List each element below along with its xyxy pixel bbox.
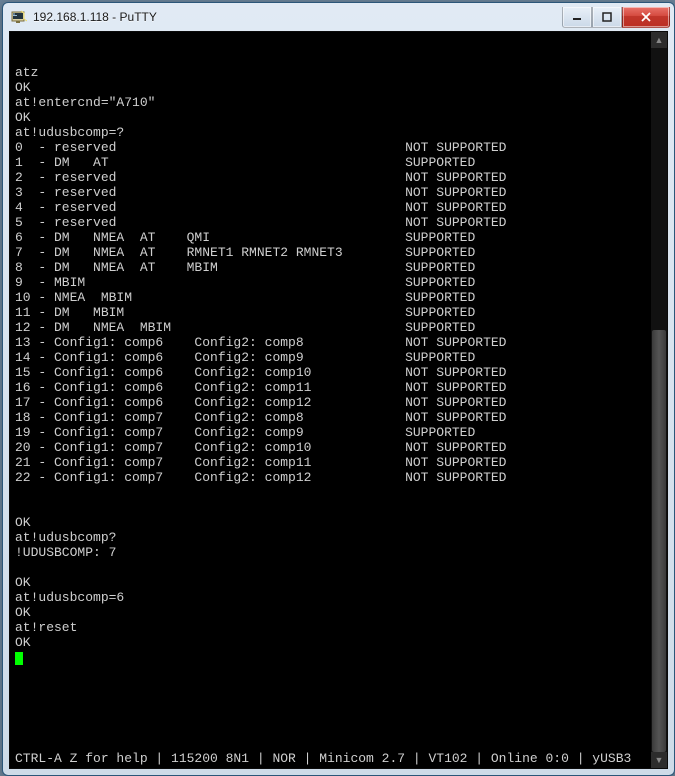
scroll-track[interactable] [651,48,667,752]
maximize-icon [602,12,612,22]
putty-icon [11,9,27,25]
titlebar[interactable]: 192.168.1.118 - PuTTY [3,3,674,31]
close-button[interactable] [622,7,670,28]
cursor [15,652,23,665]
minimize-icon [572,12,582,22]
scroll-up-arrow-icon[interactable]: ▲ [651,32,667,48]
minimize-button[interactable] [562,7,592,28]
scroll-thumb[interactable] [652,330,666,752]
app-window: 192.168.1.118 - PuTTY atz OK at!entercnd… [2,2,675,776]
terminal[interactable]: atz OK at!entercnd="A710" OK at!udusbcom… [10,32,650,768]
close-icon [640,12,652,22]
maximize-button[interactable] [592,7,622,28]
window-title: 192.168.1.118 - PuTTY [33,10,562,24]
window-controls [562,7,670,28]
vertical-scrollbar[interactable]: ▲ ▼ [650,32,667,768]
minicom-statusbar: CTRL-A Z for help | 115200 8N1 | NOR | M… [15,751,647,766]
scroll-down-arrow-icon[interactable]: ▼ [651,752,667,768]
client-area: atz OK at!entercnd="A710" OK at!udusbcom… [9,31,668,769]
terminal-output: atz OK at!entercnd="A710" OK at!udusbcom… [15,65,647,650]
